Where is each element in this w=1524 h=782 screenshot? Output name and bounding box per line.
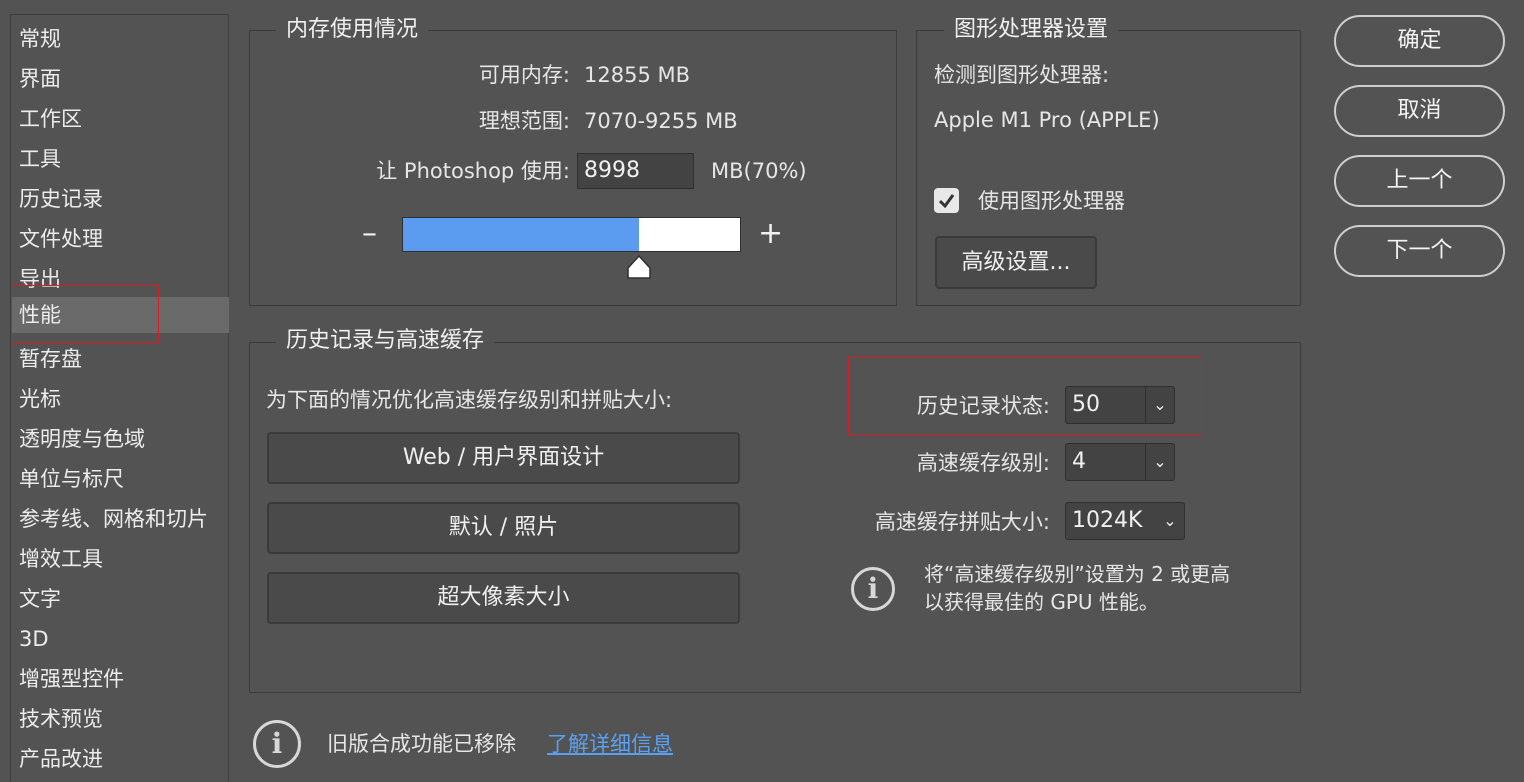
info-icon: i (851, 567, 895, 611)
memory-slider-thumb[interactable] (626, 254, 652, 280)
sidebar-item-type[interactable]: 文字 (11, 581, 229, 617)
learn-more-link[interactable]: 了解详细信息 (547, 729, 673, 759)
memory-slider-fill (403, 218, 639, 251)
history-cache-title: 历史记录与高速缓存 (276, 326, 495, 356)
info-icon: i (253, 720, 301, 768)
chevron-down-icon: ⌄ (1145, 387, 1174, 423)
preset-default-photo-button[interactable]: 默认 / 照片 (267, 502, 740, 554)
legacy-compositing-removed-text: 旧版合成功能已移除 (327, 732, 516, 756)
next-button[interactable]: 下一个 (1334, 225, 1505, 277)
history-states-value: 50 (1072, 392, 1100, 417)
cache-tile-size-select[interactable]: 1024K ⌄ (1065, 502, 1185, 540)
cancel-button[interactable]: 取消 (1334, 85, 1505, 137)
cache-levels-select[interactable]: 4 ⌄ (1065, 443, 1175, 481)
chevron-down-icon: ⌄ (1163, 511, 1177, 530)
sidebar-item-enhanced-controls[interactable]: 增强型控件 (11, 661, 229, 697)
cache-levels-label: 高速缓存级别: (916, 451, 1050, 475)
use-gpu-checkbox[interactable] (934, 188, 959, 213)
ideal-range-value: 7070-9255 MB (584, 109, 738, 133)
ok-button[interactable]: 确定 (1334, 15, 1505, 67)
memory-slider-track[interactable] (402, 217, 741, 252)
let-photoshop-use-label: 让 Photoshop 使用: (376, 159, 570, 183)
sidebar-item-cursors[interactable]: 光标 (11, 381, 229, 417)
gpu-tip-line-1: 将“高速缓存级别”设置为 2 或更高 (924, 562, 1231, 586)
sidebar-item-performance[interactable]: 性能 (11, 297, 229, 333)
gpu-tip-line-2: 以获得最佳的 GPU 性能。 (924, 590, 1159, 614)
memory-usage-title: 内存使用情况 (276, 15, 429, 45)
sidebar-item-history[interactable]: 历史记录 (11, 181, 229, 217)
memory-use-input[interactable]: 8998 (577, 153, 694, 189)
sidebar-item-3d[interactable]: 3D (11, 621, 229, 657)
sidebar-item-transparency[interactable]: 透明度与色域 (11, 421, 229, 457)
sidebar-item-guides-grid[interactable]: 参考线、网格和切片 (11, 501, 229, 537)
sidebar-item-export[interactable]: 导出 (11, 261, 229, 297)
checkmark-icon (938, 194, 955, 209)
previous-button[interactable]: 上一个 (1334, 155, 1505, 207)
sidebar-item-plugins[interactable]: 增效工具 (11, 541, 229, 577)
advanced-settings-button[interactable]: 高级设置... (935, 236, 1097, 289)
sidebar-item-interface[interactable]: 界面 (11, 61, 229, 97)
detected-gpu-label: 检测到图形处理器: (934, 63, 1110, 87)
history-states-select[interactable]: 50 ⌄ (1065, 386, 1175, 424)
sidebar-item-units-rulers[interactable]: 单位与标尺 (11, 461, 229, 497)
gpu-settings-title: 图形处理器设置 (944, 15, 1119, 45)
preset-huge-pixel-button[interactable]: 超大像素大小 (267, 572, 740, 624)
history-states-label: 历史记录状态: (916, 394, 1050, 418)
sidebar-item-file-handling[interactable]: 文件处理 (11, 221, 229, 257)
optimize-cache-label: 为下面的情况优化高速缓存级别和拼贴大小: (266, 388, 673, 412)
increase-memory-button[interactable]: + (758, 216, 783, 251)
ideal-range-label: 理想范围: (478, 109, 570, 133)
sidebar-item-workspace[interactable]: 工作区 (11, 101, 229, 137)
cache-tile-size-label: 高速缓存拼贴大小: (874, 510, 1050, 534)
preset-web-ui-button[interactable]: Web / 用户界面设计 (267, 432, 740, 484)
available-ram-value: 12855 MB (584, 63, 691, 87)
sidebar-item-product-improvement[interactable]: 产品改进 (11, 741, 229, 777)
chevron-down-icon: ⌄ (1145, 444, 1174, 480)
memory-percent-label: MB(70%) (711, 159, 807, 183)
sidebar-item-tools[interactable]: 工具 (11, 141, 229, 177)
available-ram-label: 可用内存: (478, 63, 570, 87)
cache-levels-value: 4 (1072, 449, 1086, 474)
decrease-memory-button[interactable]: – (362, 216, 377, 251)
use-gpu-label: 使用图形处理器 (978, 189, 1125, 213)
gpu-tip-text: 将“高速缓存级别”设置为 2 或更高 以获得最佳的 GPU 性能。 (924, 560, 1230, 616)
sidebar-item-general[interactable]: 常规 (11, 21, 229, 57)
gpu-name: Apple M1 Pro (APPLE) (934, 108, 1160, 132)
cache-tile-size-value: 1024K (1072, 508, 1143, 533)
preferences-sidebar: 常规 界面 工作区 工具 历史记录 文件处理 导出 性能 暂存盘 光标 透明度与… (10, 14, 229, 782)
sidebar-item-tech-previews[interactable]: 技术预览 (11, 701, 229, 737)
sidebar-item-scratch-disks[interactable]: 暂存盘 (11, 341, 229, 377)
